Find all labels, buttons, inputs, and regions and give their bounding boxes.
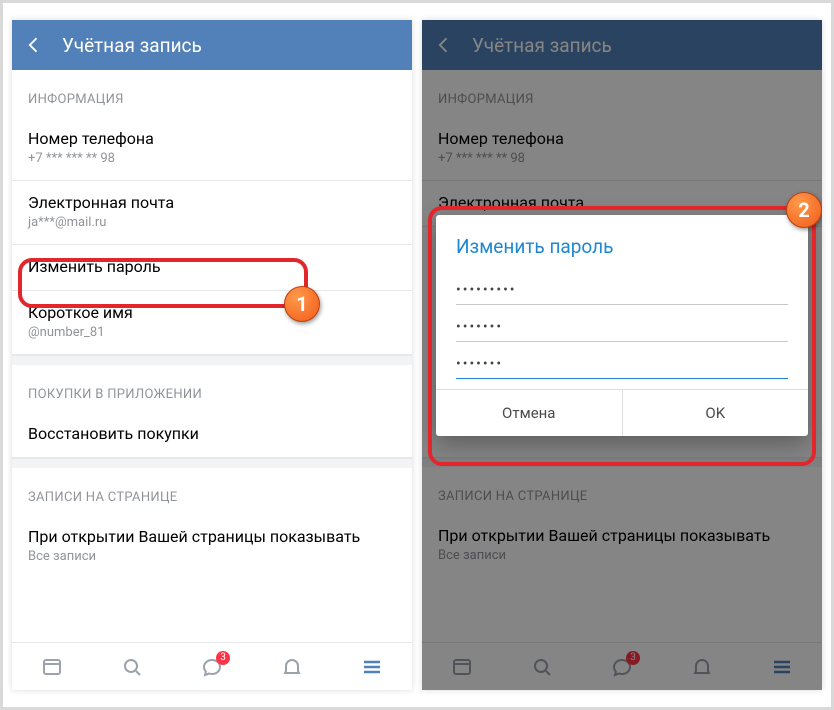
item-restore-purchases-title: Восстановить покупки: [28, 424, 396, 443]
nav-messages-icon[interactable]: 3: [192, 647, 232, 687]
item-restore-purchases[interactable]: Восстановить покупки: [12, 412, 412, 458]
item-wall-option-title: При открытии Вашей страницы показывать: [28, 527, 396, 546]
item-phone-value: +7 *** *** ** 98: [28, 151, 396, 166]
nav-messages-badge: 3: [216, 651, 230, 665]
app-header: Учётная запись: [12, 20, 412, 70]
dialog-title: Изменить пароль: [436, 215, 808, 268]
callout-2: 2: [786, 192, 822, 228]
change-password-dialog: Изменить пароль ••••••••• ••••••• ••••••…: [436, 215, 808, 436]
screen-settings: Учётная запись ИНФОРМАЦИЯ Номер телефона…: [12, 20, 412, 690]
item-email-value: ja***@mail.ru: [28, 215, 396, 230]
divider: [12, 355, 412, 365]
nav-menu-icon[interactable]: [352, 647, 392, 687]
divider: [12, 458, 412, 468]
screen-dialog: Учётная запись ИНФОРМАЦИЯ Номер телефона…: [422, 20, 822, 690]
item-wall-option-value: Все записи: [28, 549, 396, 564]
item-shortname[interactable]: Короткое имя @number_81: [12, 291, 412, 355]
item-wall-option[interactable]: При открытии Вашей страницы показывать В…: [12, 515, 412, 578]
cancel-button[interactable]: Отмена: [436, 390, 622, 436]
nav-feed-icon[interactable]: [32, 647, 72, 687]
item-change-password[interactable]: Изменить пароль: [12, 245, 412, 291]
item-change-password-title: Изменить пароль: [28, 257, 396, 276]
section-wall-label: ЗАПИСИ НА СТРАНИЦЕ: [12, 468, 412, 515]
item-shortname-value: @number_81: [28, 325, 396, 340]
item-phone-title: Номер телефона: [28, 129, 396, 148]
new-password-input[interactable]: •••••••: [456, 305, 788, 342]
callout-1: 1: [284, 286, 320, 322]
repeat-password-input[interactable]: •••••••: [456, 342, 788, 379]
item-shortname-title: Короткое имя: [28, 303, 396, 322]
item-email[interactable]: Электронная почта ja***@mail.ru: [12, 181, 412, 245]
bottom-nav: 3: [12, 642, 412, 690]
nav-search-icon[interactable]: [112, 647, 152, 687]
current-password-input[interactable]: •••••••••: [456, 268, 788, 305]
item-email-title: Электронная почта: [28, 193, 396, 212]
section-info-label: ИНФОРМАЦИЯ: [12, 70, 412, 117]
settings-content: ИНФОРМАЦИЯ Номер телефона +7 *** *** ** …: [12, 70, 412, 642]
section-purchases-label: ПОКУПКИ В ПРИЛОЖЕНИИ: [12, 365, 412, 412]
nav-notifications-icon[interactable]: [272, 647, 312, 687]
back-arrow-icon[interactable]: [24, 35, 44, 55]
header-title: Учётная запись: [62, 34, 202, 57]
ok-button[interactable]: OK: [622, 390, 809, 436]
item-phone[interactable]: Номер телефона +7 *** *** ** 98: [12, 117, 412, 181]
